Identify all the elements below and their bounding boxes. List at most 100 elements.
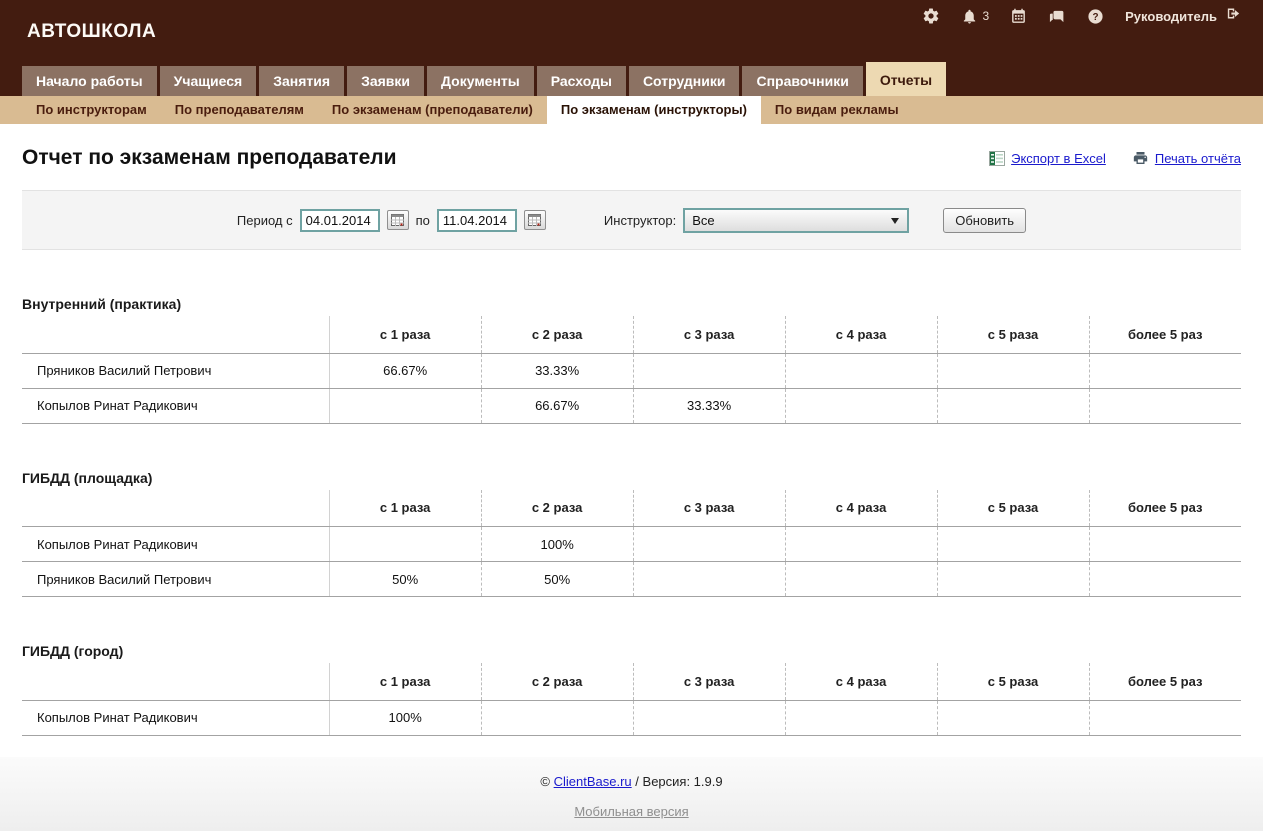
instructor-select[interactable]: Все	[683, 208, 909, 233]
report-section: ГИБДД (город) с 1 разас 2 разас 3 разас …	[22, 643, 1241, 736]
mobile-version-link[interactable]: Мобильная версия	[574, 804, 688, 819]
percentage-cell	[329, 527, 481, 562]
percentage-cell	[633, 527, 785, 562]
percentage-cell	[1089, 353, 1241, 388]
notifications-count: 3	[982, 9, 989, 23]
subtab-po-prepodavatelyam[interactable]: По преподавателям	[161, 96, 318, 124]
teacher-name: Пряников Василий Петрович	[22, 562, 329, 597]
subtab-po-ekzamenam-instruktory[interactable]: По экзаменам (инструкторы)	[547, 96, 761, 124]
logout-icon	[1224, 5, 1243, 27]
report-sections: Внутренний (практика) с 1 разас 2 разас …	[22, 296, 1241, 736]
report-section: Внутренний (практика) с 1 разас 2 разас …	[22, 296, 1241, 424]
column-header: более 5 раз	[1089, 663, 1241, 700]
instructor-filter: Инструктор: Все	[604, 208, 909, 233]
percentage-cell	[1089, 700, 1241, 735]
content-area: Отчет по экзаменам преподаватели Экспорт…	[0, 124, 1263, 757]
tab-dokumenty[interactable]: Документы	[427, 66, 534, 96]
column-header: с 4 раза	[785, 316, 937, 353]
percentage-cell: 66.67%	[481, 388, 633, 423]
table-row: Копылов Ринат Радикович100%	[22, 700, 1241, 735]
table-row: Копылов Ринат Радикович100%	[22, 527, 1241, 562]
calendar-button[interactable]	[1010, 8, 1027, 25]
column-header: с 5 раза	[937, 663, 1089, 700]
percentage-cell: 33.33%	[481, 353, 633, 388]
tab-zayavki[interactable]: Заявки	[347, 66, 424, 96]
report-section: ГИБДД (площадка) с 1 разас 2 разас 3 раз…	[22, 470, 1241, 598]
subtab-po-ekzamenam-prepodavateli[interactable]: По экзаменам (преподаватели)	[318, 96, 547, 124]
notifications-button[interactable]: 3	[961, 8, 989, 25]
print-report-link[interactable]: Печать отчёта	[1132, 150, 1241, 166]
percentage-cell: 100%	[329, 700, 481, 735]
column-header: с 5 раза	[937, 490, 1089, 527]
percentage-cell: 100%	[481, 527, 633, 562]
column-header-empty	[22, 316, 329, 353]
page-footer: © ClientBase.ru / Версия: 1.9.9 Мобильна…	[0, 757, 1263, 831]
gear-icon	[922, 7, 940, 25]
export-excel-label: Экспорт в Excel	[1011, 151, 1106, 166]
export-excel-link[interactable]: Экспорт в Excel	[989, 151, 1106, 166]
date-to-calendar-button[interactable]	[524, 210, 546, 230]
percentage-cell	[937, 700, 1089, 735]
tab-otchety[interactable]: Отчеты	[866, 62, 946, 96]
tab-uchashchiesya[interactable]: Учащиеся	[160, 66, 257, 96]
filter-panel: Период с по Инструктор: Все Обновить	[22, 190, 1241, 250]
question-icon: ?	[1087, 8, 1104, 25]
column-header: с 1 раза	[329, 316, 481, 353]
page-header: Отчет по экзаменам преподаватели Экспорт…	[22, 146, 1241, 170]
excel-icon	[989, 151, 1005, 166]
percentage-cell	[785, 527, 937, 562]
percentage-cell	[785, 388, 937, 423]
help-button[interactable]: ?	[1087, 8, 1104, 25]
column-header: с 5 раза	[937, 316, 1089, 353]
subtab-po-vidam-reklamy[interactable]: По видам рекламы	[761, 96, 913, 124]
percentage-cell	[937, 527, 1089, 562]
column-header: с 1 раза	[329, 490, 481, 527]
date-from-input[interactable]	[300, 209, 380, 232]
messages-button[interactable]	[1048, 8, 1066, 25]
version-text: / Версия: 1.9.9	[635, 774, 722, 789]
percentage-cell	[633, 353, 785, 388]
percentage-cell: 50%	[329, 562, 481, 597]
brand-logo: АВТОШКОЛА	[27, 21, 156, 43]
percentage-cell	[633, 700, 785, 735]
user-menu[interactable]: Руководитель	[1125, 5, 1243, 27]
teacher-name: Копылов Ринат Радикович	[22, 388, 329, 423]
settings-button[interactable]	[922, 7, 940, 25]
report-table: с 1 разас 2 разас 3 разас 4 разас 5 раза…	[22, 663, 1241, 736]
percentage-cell	[329, 388, 481, 423]
bell-icon	[961, 8, 978, 25]
copyright-symbol: ©	[540, 774, 550, 789]
column-header: с 1 раза	[329, 663, 481, 700]
printer-icon	[1132, 150, 1149, 166]
report-table: с 1 разас 2 разас 3 разас 4 разас 5 раза…	[22, 490, 1241, 598]
column-header: с 2 раза	[481, 490, 633, 527]
percentage-cell	[1089, 388, 1241, 423]
tab-sotrudniki[interactable]: Сотрудники	[629, 66, 740, 96]
percentage-cell	[785, 562, 937, 597]
period-from-label: Период с	[237, 213, 293, 228]
tab-raskhody[interactable]: Расходы	[537, 66, 626, 96]
percentage-cell: 50%	[481, 562, 633, 597]
copyright-line: © ClientBase.ru / Версия: 1.9.9	[0, 774, 1263, 789]
subtab-po-instruktoram[interactable]: По инструкторам	[22, 96, 161, 124]
percentage-cell	[937, 353, 1089, 388]
percentage-cell	[633, 562, 785, 597]
topbar: АВТОШКОЛА 3 ? Руководитель Начало работы…	[0, 0, 1263, 96]
refresh-button[interactable]: Обновить	[943, 208, 1026, 233]
report-subnav: По инструкторам По преподавателям По экз…	[0, 96, 1263, 124]
percentage-cell	[1089, 562, 1241, 597]
table-header-row: с 1 разас 2 разас 3 разас 4 разас 5 раза…	[22, 663, 1241, 700]
tab-nachalo-raboty[interactable]: Начало работы	[22, 66, 157, 96]
percentage-cell	[937, 388, 1089, 423]
tab-spravochniki[interactable]: Справочники	[742, 66, 862, 96]
date-to-input[interactable]	[437, 209, 517, 232]
clientbase-link[interactable]: ClientBase.ru	[554, 774, 632, 789]
percentage-cell: 66.67%	[329, 353, 481, 388]
date-from-calendar-button[interactable]	[387, 210, 409, 230]
section-title: ГИБДД (площадка)	[22, 470, 1241, 486]
tab-zanyatiya[interactable]: Занятия	[259, 66, 344, 96]
teacher-name: Пряников Василий Петрович	[22, 353, 329, 388]
section-title: ГИБДД (город)	[22, 643, 1241, 659]
percentage-cell	[937, 562, 1089, 597]
percentage-cell	[1089, 527, 1241, 562]
